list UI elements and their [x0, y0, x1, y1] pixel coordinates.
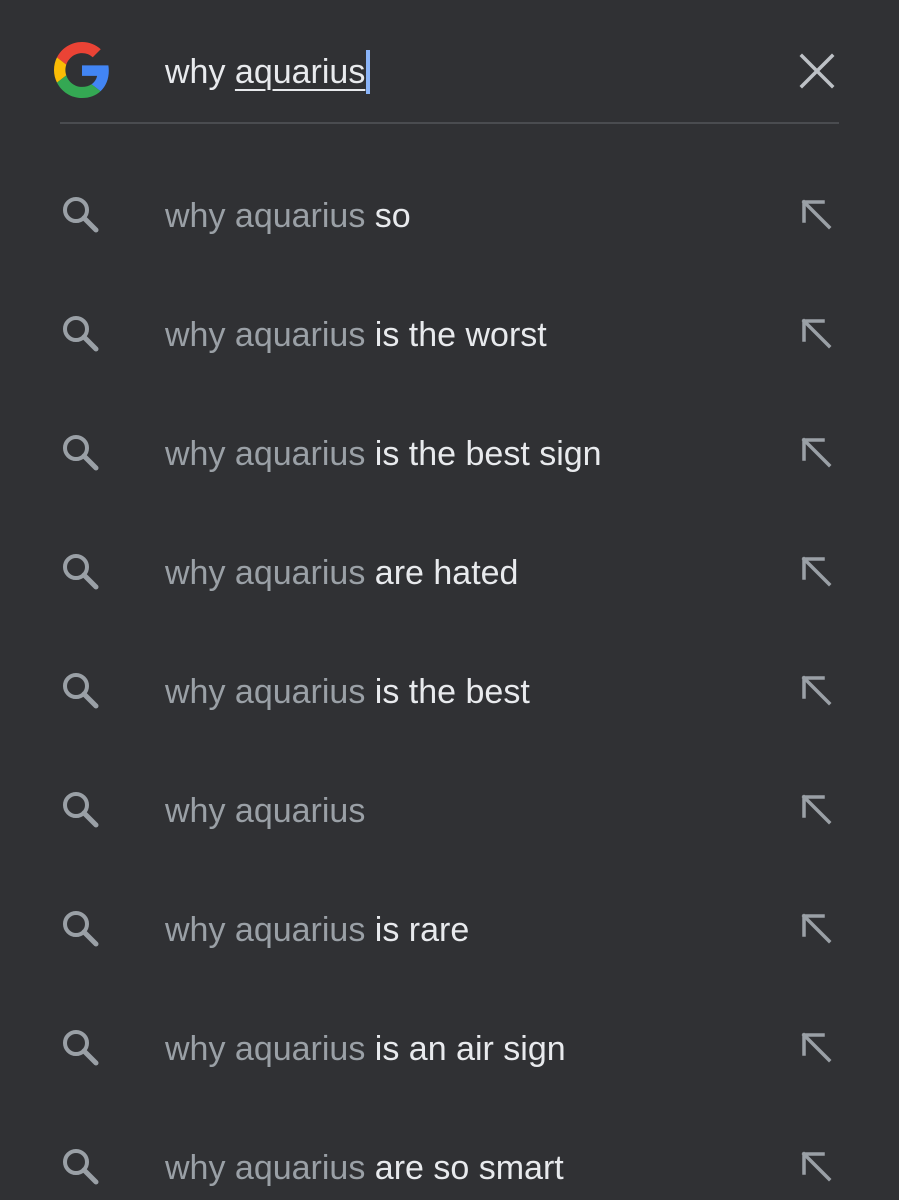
arrow-up-left-icon [794, 192, 840, 238]
suggestion-suffix: is an air sign [365, 1030, 566, 1068]
search-icon [58, 1144, 104, 1190]
google-g-icon [54, 42, 110, 98]
suggestion-prefix: why aquarius [165, 316, 366, 354]
search-input[interactable]: why aquarius [165, 50, 371, 96]
suggestion-text: why aquarius is the best sign [165, 432, 602, 476]
fill-query-button[interactable] [794, 1144, 840, 1190]
fill-query-button[interactable] [794, 430, 840, 476]
suggestion-suffix: is the worst [365, 316, 547, 354]
suggestion-suffix: are hated [365, 554, 519, 592]
suggestion-text: why aquarius so [165, 194, 411, 238]
suggestion-prefix: why aquarius [165, 554, 366, 592]
fill-query-button[interactable] [794, 906, 840, 952]
fill-query-button[interactable] [794, 668, 840, 714]
suggestion-item[interactable]: why aquarius are hated [0, 481, 899, 600]
suggestion-suffix: are so smart [365, 1149, 564, 1187]
fill-query-button[interactable] [794, 787, 840, 833]
arrow-up-left-icon [794, 906, 840, 952]
arrow-up-left-icon [794, 787, 840, 833]
arrow-up-left-icon [794, 311, 840, 357]
search-icon [58, 430, 104, 476]
search-bar: why aquarius [0, 0, 899, 124]
clear-button[interactable] [794, 48, 840, 94]
arrow-up-left-icon [794, 668, 840, 714]
suggestion-prefix: why aquarius [165, 911, 366, 949]
search-icon [58, 668, 104, 714]
arrow-up-left-icon [794, 430, 840, 476]
suggestion-prefix: why aquarius [165, 197, 366, 235]
suggestion-prefix: why aquarius [165, 792, 366, 830]
search-icon [58, 787, 104, 833]
search-icon [58, 192, 104, 238]
suggestion-text: why aquarius is the worst [165, 313, 547, 357]
suggestion-prefix: why aquarius [165, 1149, 366, 1187]
search-icon [58, 311, 104, 357]
suggestion-prefix: why aquarius [165, 673, 366, 711]
suggestion-text: why aquarius is rare [165, 908, 469, 952]
suggestion-item[interactable]: why aquarius are so smart [0, 1076, 899, 1195]
suggestion-item[interactable]: why aquarius is an air sign [0, 957, 899, 1076]
suggestion-suffix: is rare [365, 911, 470, 949]
suggestion-list: why aquarius so why aquarius is the worst… [0, 124, 899, 1195]
search-icon [58, 1025, 104, 1071]
suggestion-item[interactable]: why aquarius [0, 719, 899, 838]
suggestion-text: why aquarius is the best [165, 670, 530, 714]
suggestion-text: why aquarius is an air sign [165, 1027, 566, 1071]
suggestion-suffix: so [365, 197, 411, 235]
suggestion-item[interactable]: why aquarius is rare [0, 838, 899, 957]
query-composing-text: aquarius [234, 53, 366, 91]
arrow-up-left-icon [794, 549, 840, 595]
fill-query-button[interactable] [794, 311, 840, 357]
suggestion-prefix: why aquarius [165, 1030, 366, 1068]
text-caret [366, 50, 371, 94]
search-icon [58, 549, 104, 595]
suggestion-item[interactable]: why aquarius is the best sign [0, 362, 899, 481]
suggestion-item[interactable]: why aquarius is the worst [0, 243, 899, 362]
suggestion-text: why aquarius are hated [165, 551, 518, 595]
arrow-up-left-icon [794, 1025, 840, 1071]
suggestion-text: why aquarius [165, 789, 365, 833]
suggestion-suffix: is the best sign [365, 435, 602, 473]
close-icon [799, 53, 835, 89]
suggestion-suffix: is the best [365, 673, 530, 711]
fill-query-button[interactable] [794, 192, 840, 238]
search-icon [58, 906, 104, 952]
suggestion-item[interactable]: why aquarius is the best [0, 600, 899, 719]
arrow-up-left-icon [794, 1144, 840, 1190]
suggestion-prefix: why aquarius [165, 435, 366, 473]
fill-query-button[interactable] [794, 549, 840, 595]
fill-query-button[interactable] [794, 1025, 840, 1071]
query-text: why [165, 53, 235, 91]
suggestion-text: why aquarius are so smart [165, 1146, 564, 1190]
search-screen: why aquarius why aquarius so why aquarius… [0, 0, 899, 1200]
suggestion-item[interactable]: why aquarius so [0, 124, 899, 243]
